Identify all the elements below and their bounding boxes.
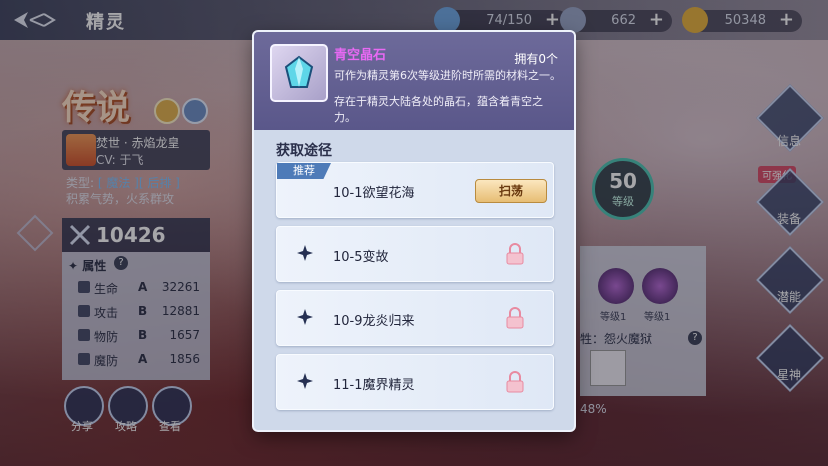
item-frame [270, 44, 328, 102]
item-lore: 存在于精灵大陆各处的晶石，蕴含着青空之力。 [334, 95, 543, 124]
item-owned-count: 拥有0个 [514, 52, 558, 66]
crystal-icon [284, 55, 314, 88]
source-label: 10-1欲望花海 [333, 186, 415, 201]
star-icon [297, 373, 313, 389]
source-row[interactable]: 11-1魔界精灵 [276, 354, 554, 410]
item-name: 青空晶石 [334, 48, 387, 63]
source-label: 11-1魔界精灵 [333, 378, 415, 393]
source-label: 10-5变故 [333, 250, 389, 265]
item-source-popup: 青空晶石 拥有0个 可作为精灵第6次等级进阶时所需的材料之一。 存在于精灵大陆各… [254, 32, 574, 430]
source-label: 10-9龙炎归来 [333, 314, 415, 329]
item-description: 可作为精灵第6次等级进阶时所需的材料之一。 [334, 69, 561, 82]
star-icon [297, 245, 313, 261]
item-header: 青空晶石 拥有0个 可作为精灵第6次等级进阶时所需的材料之一。 存在于精灵大陆各… [254, 32, 574, 130]
source-section-title: 获取途径 [276, 143, 332, 159]
lock-icon [506, 243, 524, 265]
source-row[interactable]: 推荐 10-1欲望花海 扫荡 [276, 162, 554, 218]
star-icon [297, 309, 313, 325]
sweep-button[interactable]: 扫荡 [475, 179, 547, 203]
lock-icon [506, 371, 524, 393]
recommend-badge: 推荐 [277, 163, 331, 179]
source-row[interactable]: 10-5变故 [276, 226, 554, 282]
lock-icon [506, 307, 524, 329]
source-row[interactable]: 10-9龙炎归来 [276, 290, 554, 346]
